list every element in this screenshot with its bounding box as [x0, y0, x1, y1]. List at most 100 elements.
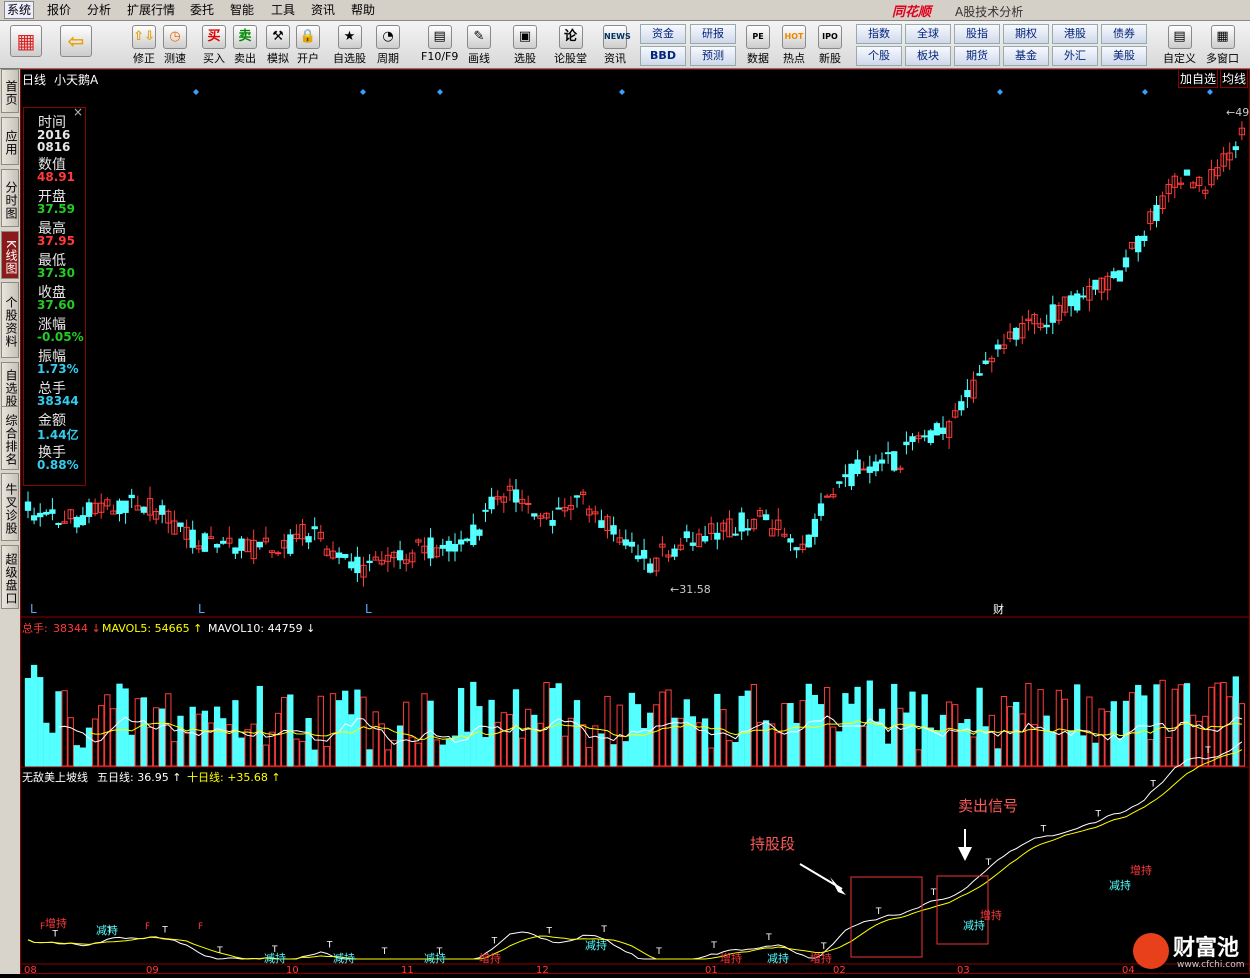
grid-button-left-1[interactable]: 研报 [690, 24, 736, 44]
grid-button-right-2[interactable]: 股指 [954, 24, 1000, 44]
toolbar-button-4[interactable]: 买买入 [202, 23, 226, 66]
grid-button-right-4[interactable]: 港股 [1052, 24, 1098, 44]
volume-bar [213, 706, 221, 767]
volume-bar [24, 677, 32, 767]
candle [1013, 326, 1020, 347]
menu-item-8[interactable]: 帮助 [351, 2, 375, 18]
toolbar-button-15[interactable]: PE 数据 [746, 23, 770, 66]
volume-bar [305, 718, 312, 767]
candle [24, 491, 32, 519]
volume-bar [171, 741, 178, 767]
event-diamond-icon[interactable] [997, 89, 1003, 95]
side-tab-5[interactable]: 自选股 [1, 362, 19, 410]
event-diamond-icon[interactable] [619, 89, 625, 95]
add-watch-button[interactable]: 加自选 [1178, 69, 1219, 88]
volume-bar [823, 687, 831, 767]
event-diamond-icon[interactable] [437, 89, 443, 95]
candle [1116, 270, 1124, 282]
grid-button-right-11[interactable]: 美股 [1101, 46, 1147, 66]
toolbar-button-3[interactable]: ◷ 测速 [163, 23, 187, 66]
toolbar-button-18[interactable]: ▤ 自定义 [1163, 23, 1196, 66]
marker-cai: 财 [993, 602, 1004, 616]
toolbar-label: F10/F9 [421, 50, 459, 63]
toolbar-button-9[interactable]: ◔ 周期 [376, 23, 400, 66]
toolbar-button-0[interactable]: ▦ [10, 23, 42, 58]
menu-item-3[interactable]: 扩展行情 [127, 2, 175, 18]
side-tab-6[interactable]: 综合排名 [1, 406, 19, 470]
volume-bar [134, 698, 141, 767]
toolbar-button-13[interactable]: 论论股堂 [554, 23, 587, 66]
volume-bar [732, 742, 739, 767]
grid-button-right-8[interactable]: 期货 [954, 46, 1000, 66]
toolbar-button-2[interactable]: ⇧⇩ 修正 [132, 23, 156, 66]
grid-button-left-2[interactable]: BBD [640, 46, 686, 66]
toolbar-button-12[interactable]: ▣ 选股 [513, 23, 537, 66]
grid-button-right-6[interactable]: 个股 [856, 46, 902, 66]
candle [140, 506, 148, 515]
candle [1080, 287, 1087, 300]
toolbar-button-6[interactable]: ⚒ 模拟 [266, 23, 290, 66]
close-icon[interactable]: × [73, 105, 83, 119]
side-tab-0[interactable]: 首页 [1, 69, 19, 113]
candle [653, 557, 660, 577]
volume-bar [1116, 738, 1124, 767]
back-arrow-icon: ⇦ [60, 25, 92, 57]
news-icon: NEWS [603, 25, 631, 49]
volume-bar [1031, 724, 1038, 767]
toolbar-button-5[interactable]: 卖卖出 [233, 23, 257, 66]
candle [561, 498, 568, 518]
candle [1196, 175, 1203, 192]
grid-button-right-7[interactable]: 板块 [905, 46, 951, 66]
candle [732, 527, 739, 537]
toolbar: ▦ ⇦ ⇧⇩ 修正 ◷ 测速买买入卖卖出 ⚒ 模拟 🔒 开户 ★ 自选股 ◔ 周期 ▤ F10/F9 ✎ 画线 ▣ 选… [0, 21, 1250, 69]
toolbar-label: 测速 [164, 52, 186, 65]
grid-button-right-5[interactable]: 债券 [1101, 24, 1147, 44]
candle [647, 558, 654, 574]
menu-item-7[interactable]: 资讯 [311, 2, 335, 18]
menu-item-1[interactable]: 报价 [47, 2, 71, 18]
candle [939, 416, 947, 441]
side-tab-3[interactable]: K线图 [1, 231, 19, 279]
side-tab-8[interactable]: 超级盘口 [1, 545, 19, 609]
toolbar-button-7[interactable]: 🔒 开户 [296, 23, 320, 66]
event-diamond-icon[interactable] [193, 89, 199, 95]
side-tab-1[interactable]: 应用 [1, 117, 19, 165]
ma-button[interactable]: 均线 [1220, 69, 1249, 88]
grid-button-left-3[interactable]: 预测 [690, 46, 736, 66]
side-tab-2[interactable]: 分时图 [1, 169, 19, 227]
event-diamond-icon[interactable] [1142, 89, 1148, 95]
chart-area: ←49 ←31.58 L L L 财总手: 38344 ↓ MAVOL5: 54665 ↑ MA… [20, 69, 1250, 976]
grid-button-right-1[interactable]: 全球 [905, 24, 951, 44]
grid-button-right-9[interactable]: 基金 [1003, 46, 1049, 66]
toolbar-button-17[interactable]: IPO 新股 [818, 23, 842, 66]
grid-button-right-0[interactable]: 指数 [856, 24, 902, 44]
grid-button-right-10[interactable]: 外汇 [1052, 46, 1098, 66]
candle [1238, 121, 1246, 141]
candle [884, 441, 892, 464]
toolbar-button-10[interactable]: ▤ F10/F9 [421, 23, 458, 63]
candle [335, 547, 343, 565]
side-tab-7[interactable]: 牛叉诊股 [1, 473, 19, 541]
toolbar-button-11[interactable]: ✎ 画线 [467, 23, 491, 66]
toolbar-button-14[interactable]: NEWS 资讯 [603, 23, 631, 66]
candle [262, 526, 270, 545]
side-tab-4[interactable]: 个股资料 [1, 282, 19, 358]
candle [372, 550, 379, 561]
toolbar-button-19[interactable]: ▦ 多窗口 [1206, 23, 1239, 66]
toolbar-button-1[interactable]: ⇦ [60, 23, 92, 58]
menu-item-4[interactable]: 委托 [190, 2, 214, 18]
candle [817, 492, 825, 521]
menu-item-5[interactable]: 智能 [230, 2, 254, 18]
toolbar-button-8[interactable]: ★ 自选股 [333, 23, 366, 66]
chart-period[interactable]: 日线 [22, 71, 46, 88]
menu-item-6[interactable]: 工具 [271, 2, 295, 18]
menu-item-0[interactable]: 系统 [4, 1, 35, 19]
grid-button-right-3[interactable]: 期权 [1003, 24, 1049, 44]
candle [439, 538, 446, 556]
grid-button-left-0[interactable]: 资金 [640, 24, 686, 44]
event-diamond-icon[interactable] [1207, 89, 1213, 95]
event-diamond-icon[interactable] [360, 89, 366, 95]
toolbar-button-16[interactable]: HOT 热点 [782, 23, 806, 66]
menu-item-2[interactable]: 分析 [87, 2, 111, 18]
candle [220, 536, 227, 545]
